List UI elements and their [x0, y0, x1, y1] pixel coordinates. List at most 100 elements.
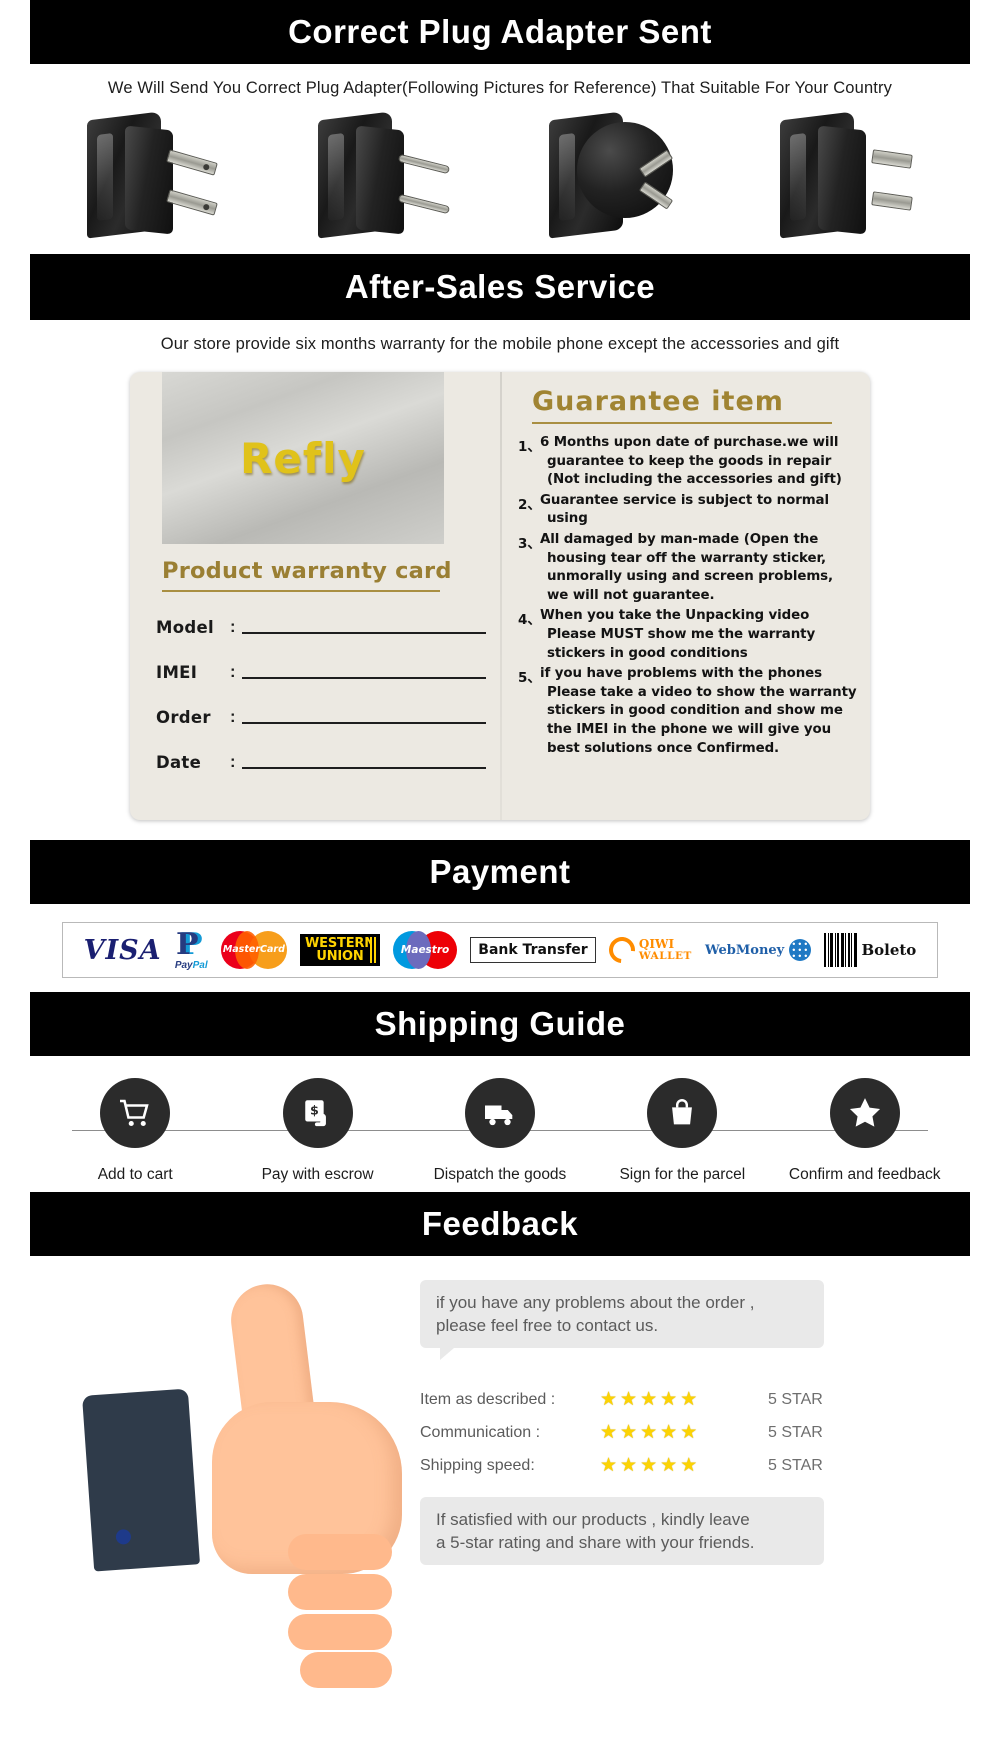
- plug-adapter-banner: Correct Plug Adapter Sent: [30, 0, 970, 64]
- guarantee-line: guarantee to keep the goods in repair: [547, 453, 832, 469]
- warranty-card-title-rule: [162, 590, 440, 592]
- payment-banner: Payment: [30, 840, 970, 904]
- guarantee-line: best solutions once Confirmed.: [547, 740, 780, 756]
- shipping-step-label: Sign for the parcel: [619, 1166, 746, 1183]
- guarantee-line: 6 Months upon date of purchase.we will: [540, 435, 839, 450]
- rating-value: 5 STAR: [768, 1423, 823, 1441]
- shipping-guide-banner: Shipping Guide: [30, 992, 970, 1056]
- warranty-field-order-label: Order: [156, 708, 211, 727]
- rating-label: Shipping speed:: [420, 1456, 535, 1474]
- payment-methods-wrapper: VISA PP PayPal MasterCard WESTERN UNION: [0, 904, 1000, 992]
- guarantee-item: 1、 6 Months upon date of purchase.we wil…: [518, 434, 860, 490]
- feedback-content: if you have any problems about the order…: [420, 1280, 1000, 1580]
- rating-value: 5 STAR: [768, 1390, 823, 1408]
- warranty-field-order-line: [241, 722, 486, 724]
- webmoney-logo: WebMoney: [704, 930, 812, 970]
- after-sales-banner: After-Sales Service: [30, 254, 970, 320]
- contact-us-line1: if you have any problems about the order…: [436, 1293, 755, 1312]
- guarantee-item: 4、 When you take the Unpacking video Ple…: [518, 607, 860, 663]
- guarantee-line: Please take a video to show the warranty: [547, 684, 857, 700]
- plug-adapter-subtitle: We Will Send You Correct Plug Adapter(Fo…: [107, 79, 893, 97]
- guarantee-item: 5、 if you have problems with the phones …: [518, 665, 860, 758]
- ratings-list: Item as described : ★ ★ ★ ★ ★ 5 STAR Communi…: [420, 1390, 976, 1475]
- shipping-step-add-to-cart: Add to cart: [51, 1078, 219, 1184]
- guarantee-item-number: 5、: [518, 670, 541, 687]
- guarantee-item-number: 2、: [518, 496, 541, 513]
- guarantee-line: if you have problems with the phones: [540, 666, 823, 682]
- guarantee-item-title: Guarantee item: [532, 386, 784, 417]
- rating-value: 5 STAR: [768, 1456, 823, 1474]
- payment-methods-bar: VISA PP PayPal MasterCard WESTERN UNION: [62, 922, 938, 978]
- warranty-field-date: Date :: [156, 753, 500, 772]
- shipping-step-sign-for-the-parcel: Sign for the parcel: [598, 1078, 766, 1184]
- boleto-logo: Boleto: [824, 930, 916, 970]
- guarantee-item-number: 1、: [518, 439, 541, 455]
- us-plug-adapter: [81, 108, 226, 240]
- guarantee-title-rule: [532, 422, 832, 424]
- guarantee-line: (Not including the accessories and gift): [547, 472, 842, 488]
- guarantee-line: housing tear off the warranty sticker,: [547, 550, 827, 566]
- rating-stars: ★ ★ ★ ★ ★: [600, 1389, 698, 1410]
- delivery-truck-icon: [464, 1078, 535, 1148]
- guarantee-item-text: 6 Months upon date of purchase.we will g…: [540, 434, 842, 490]
- western-union-line2: UNION: [316, 949, 364, 964]
- guarantee-line: stickers in good conditions: [547, 645, 748, 661]
- guarantee-item-list: 1、 6 Months upon date of purchase.we wil…: [518, 434, 860, 758]
- leave-rating-bubble: If satisfied with our products , kindly …: [420, 1497, 824, 1565]
- guarantee-line: When you take the Unpacking video: [540, 608, 810, 624]
- shipping-step-dispatch-the-goods: Dispatch the goods: [416, 1078, 584, 1184]
- western-union-logo: WESTERN UNION: [300, 930, 380, 970]
- thumbs-up-illustration: [0, 1280, 420, 1688]
- guarantee-item-text: When you take the Unpacking video Please…: [540, 607, 815, 663]
- rating-label: Communication :: [420, 1423, 541, 1441]
- paypal-logo: PP PayPal: [174, 926, 208, 971]
- rating-row-shipping-speed: Shipping speed: ★ ★ ★ ★ ★ 5 STAR: [420, 1456, 976, 1475]
- warranty-field-date-colon: :: [230, 753, 236, 771]
- guarantee-line: unmorally using and screen problems,: [547, 569, 834, 585]
- au-plug-adapter: [543, 108, 688, 240]
- warranty-card-title: Product warranty card: [162, 558, 452, 584]
- phone-camera-dot: [115, 1528, 132, 1545]
- warranty-field-model-colon: :: [230, 618, 236, 636]
- shopping-cart-icon: [100, 1078, 171, 1148]
- webmoney-label: WebMoney: [704, 942, 785, 958]
- guarantee-line: stickers in good condition and show me: [547, 703, 843, 719]
- leave-rating-line2: a 5-star rating and share with your frie…: [436, 1533, 755, 1552]
- maestro-label: Maestro: [400, 944, 450, 956]
- svg-text:$: $: [310, 1103, 319, 1118]
- barcode-icon: [824, 933, 858, 967]
- star-icon: [829, 1078, 900, 1148]
- shipping-step-confirm-and-feedback: Confirm and feedback: [781, 1078, 949, 1184]
- shipping-step-label: Pay with escrow: [261, 1166, 374, 1183]
- guarantee-item: 2、 Guarantee service is subject to norma…: [518, 492, 860, 529]
- warranty-field-order-colon: :: [230, 708, 236, 726]
- shopping-bag-icon: [647, 1078, 718, 1148]
- warranty-field-model: Model :: [156, 618, 500, 637]
- eu-plug-adapter: [312, 108, 457, 240]
- feedback-banner: Feedback: [30, 1192, 970, 1256]
- paypal-glyph: PP: [175, 926, 203, 962]
- bank-transfer-label: Bank Transfer: [470, 937, 596, 963]
- warranty-field-imei-colon: :: [230, 663, 236, 681]
- guarantee-item: 3、 All damaged by man-made (Open the hou…: [518, 531, 860, 605]
- mastercard-label: MasterCard: [222, 944, 285, 955]
- escrow-payment-icon: $: [282, 1078, 353, 1148]
- warranty-field-imei-line: [241, 677, 486, 679]
- guarantee-line: All damaged by man-made (Open the: [540, 531, 819, 547]
- brand-name: Refly: [240, 433, 366, 483]
- warranty-card-left: Refly Product warranty card Model : IMEI…: [130, 372, 500, 820]
- contact-us-line2: please feel free to contact us.: [436, 1316, 659, 1335]
- rating-row-communication: Communication : ★ ★ ★ ★ ★ 5 STAR: [420, 1423, 976, 1442]
- paypal-label: PayPal: [174, 959, 208, 971]
- rating-stars: ★ ★ ★ ★ ★: [600, 1455, 698, 1476]
- guarantee-item-text: All damaged by man-made (Open the housin…: [540, 531, 833, 605]
- shipping-step-pay-with-escrow: $ Pay with escrow: [234, 1078, 402, 1184]
- qiwi-line2: WALLET: [638, 950, 692, 962]
- warranty-field-model-label: Model: [156, 618, 214, 637]
- brand-logo-photo: Refly: [162, 372, 444, 544]
- boleto-label: Boleto: [861, 941, 917, 959]
- maestro-logo: Maestro: [393, 930, 458, 970]
- qiwi-line1: QIWI: [638, 937, 675, 951]
- warranty-field-date-line: [241, 767, 486, 769]
- feedback-section: if you have any problems about the order…: [0, 1256, 1000, 1688]
